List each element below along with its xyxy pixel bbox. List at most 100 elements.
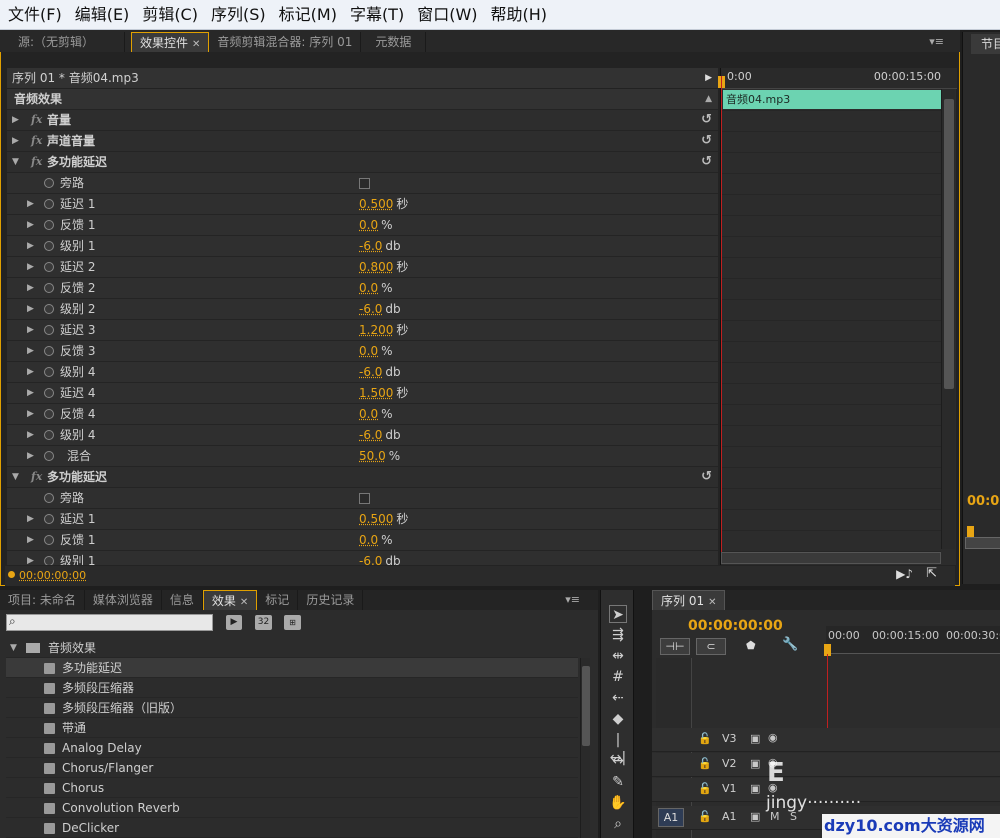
chevron-right-icon[interactable]: ▶ bbox=[27, 425, 34, 445]
chevron-right-icon[interactable]: ▶ bbox=[27, 404, 34, 424]
hand-tool-icon[interactable]: ✋ bbox=[609, 794, 627, 812]
expand-arrow-icon[interactable]: ▶ bbox=[705, 68, 712, 89]
ec-vertical-scrollbar[interactable] bbox=[941, 89, 955, 549]
param-value[interactable]: 50.0% bbox=[359, 446, 400, 466]
ec-row[interactable]: ▶ 延迟 1 0.500 秒 bbox=[7, 194, 718, 215]
film-icon[interactable]: ▣ bbox=[750, 757, 760, 770]
param-value[interactable]: 0.500 秒 bbox=[359, 194, 408, 214]
ec-row[interactable]: ▶ 级别 1 -6.0 db bbox=[7, 551, 718, 565]
lock-icon[interactable]: 🔓 bbox=[698, 732, 712, 745]
film-icon[interactable]: ▣ bbox=[750, 810, 760, 823]
param-value-number[interactable]: 1.500 bbox=[359, 386, 393, 400]
tab-audio-clip-mixer[interactable]: 音频剪辑混合器: 序列 01 bbox=[209, 32, 362, 52]
reset-icon[interactable]: ↺ bbox=[701, 131, 712, 151]
rolling-edit-tool-icon[interactable]: # bbox=[609, 668, 627, 686]
param-value[interactable]: -6.0 db bbox=[359, 236, 401, 256]
slide-tool-icon[interactable]: ↔ bbox=[609, 752, 627, 770]
chevron-right-icon[interactable]: ▶ bbox=[27, 194, 34, 214]
reset-icon[interactable]: ↺ bbox=[701, 467, 712, 487]
lock-icon[interactable]: 🔓 bbox=[698, 810, 712, 823]
param-value[interactable]: 0.0% bbox=[359, 530, 393, 550]
stopwatch-icon[interactable] bbox=[44, 346, 54, 356]
ec-row[interactable]: ▶ fx 声道音量 ↺ bbox=[7, 131, 718, 152]
param-value[interactable]: -6.0 db bbox=[359, 425, 401, 445]
chevron-right-icon[interactable]: ▶ bbox=[27, 530, 34, 550]
ec-row[interactable]: 旁路 bbox=[7, 488, 718, 509]
effect-list-item[interactable]: 多频段压缩器（旧版） bbox=[6, 698, 578, 718]
stopwatch-icon[interactable] bbox=[44, 304, 54, 314]
stopwatch-icon[interactable] bbox=[44, 409, 54, 419]
folder-audio-effects[interactable]: ▼ 音频效果 bbox=[6, 638, 578, 658]
ec-row[interactable]: ▶ 级别 4 -6.0 db bbox=[7, 362, 718, 383]
param-value[interactable]: 0.0% bbox=[359, 215, 393, 235]
ec-row[interactable]: ▶ 级别 1 -6.0 db bbox=[7, 236, 718, 257]
stopwatch-icon[interactable] bbox=[44, 283, 54, 293]
ec-row[interactable]: 旁路 bbox=[7, 173, 718, 194]
param-value-number[interactable]: 0.500 bbox=[359, 512, 393, 526]
scroll-thumb[interactable] bbox=[944, 99, 954, 389]
fx-icon[interactable]: fx bbox=[31, 131, 42, 151]
param-value[interactable]: 0.800 秒 bbox=[359, 257, 408, 277]
pen-tool-icon[interactable]: ✎ bbox=[609, 773, 627, 791]
menu-help[interactable]: 帮助(H) bbox=[486, 0, 553, 30]
param-value-number[interactable]: 1.200 bbox=[359, 323, 393, 337]
menu-window[interactable]: 窗口(W) bbox=[412, 0, 482, 30]
track-v3[interactable]: 🔓 V3 ▣ ◉ bbox=[652, 728, 1000, 752]
stopwatch-icon[interactable] bbox=[44, 388, 54, 398]
effect-list-item[interactable]: DeClicker bbox=[6, 818, 578, 838]
ec-row[interactable]: ▶ 反馈 1 0.0% bbox=[7, 215, 718, 236]
ec-row[interactable]: ▶ 反馈 4 0.0% bbox=[7, 404, 718, 425]
tab-program[interactable]: 节目 bbox=[971, 34, 1000, 54]
param-value-number[interactable]: 0.0 bbox=[359, 344, 378, 358]
stopwatch-icon[interactable] bbox=[44, 262, 54, 272]
zoom-tool-icon[interactable]: ⌕ bbox=[609, 815, 627, 833]
chevron-right-icon[interactable]: ▶ bbox=[27, 236, 34, 256]
param-value-number[interactable]: 0.0 bbox=[359, 218, 378, 232]
hscroll-mini[interactable] bbox=[721, 552, 941, 564]
chevron-right-icon[interactable]: ▶ bbox=[27, 383, 34, 403]
rate-stretch-tool-icon[interactable]: ⇠ bbox=[609, 689, 627, 707]
menu-clip[interactable]: 剪辑(C) bbox=[137, 0, 203, 30]
tab-metadata[interactable]: 元数据 bbox=[361, 32, 427, 52]
slip-tool-icon[interactable]: |↔| bbox=[609, 731, 627, 766]
bypass-checkbox[interactable] bbox=[359, 178, 370, 189]
stopwatch-icon[interactable] bbox=[44, 451, 54, 461]
accelerated-effects-icon[interactable]: ▶ bbox=[226, 615, 242, 630]
ec-footer-timecode[interactable]: 00:00:00:00 bbox=[19, 569, 86, 582]
stopwatch-icon[interactable] bbox=[44, 325, 54, 335]
ec-clip-bar[interactable]: 音频04.mp3 bbox=[723, 90, 941, 109]
param-value[interactable]: -6.0 db bbox=[359, 551, 401, 565]
effect-list-item[interactable]: Chorus/Flanger bbox=[6, 758, 578, 778]
add-marker-icon[interactable]: ⬟ bbox=[746, 639, 756, 652]
tab-source[interactable]: 源:（无剪辑） bbox=[0, 32, 125, 52]
chevron-right-icon[interactable]: ▶ bbox=[27, 278, 34, 298]
tab-project[interactable]: 项目: 未命名 bbox=[0, 590, 85, 610]
chevron-down-icon[interactable]: ▼ bbox=[12, 152, 19, 172]
32bit-effects-icon[interactable]: 32 bbox=[255, 615, 272, 630]
close-icon[interactable]: ✕ bbox=[192, 39, 200, 50]
source-patch-a1[interactable]: A1 bbox=[658, 808, 684, 827]
scroll-up-icon[interactable]: ▲ bbox=[705, 89, 712, 109]
ec-row[interactable]: ▶ 反馈 3 0.0% bbox=[7, 341, 718, 362]
param-value-number[interactable]: 0.0 bbox=[359, 533, 378, 547]
tab-markers[interactable]: 标记 bbox=[257, 590, 299, 610]
stopwatch-icon[interactable] bbox=[44, 367, 54, 377]
param-value-number[interactable]: 0.800 bbox=[359, 260, 393, 274]
ec-row[interactable]: ▶ fx 音量 ↺ bbox=[7, 110, 718, 131]
chevron-right-icon[interactable]: ▶ bbox=[27, 320, 34, 340]
close-icon[interactable]: ✕ bbox=[240, 597, 248, 608]
lock-icon[interactable]: 🔓 bbox=[698, 757, 712, 770]
export-icon[interactable]: ⇱ bbox=[926, 566, 937, 581]
fx-icon[interactable]: fx bbox=[31, 152, 42, 172]
chevron-right-icon[interactable]: ▶ bbox=[27, 362, 34, 382]
ec-row[interactable]: ▶ 延迟 1 0.500 秒 bbox=[7, 509, 718, 530]
effects-scrollbar[interactable] bbox=[580, 658, 590, 838]
stopwatch-icon[interactable] bbox=[44, 514, 54, 524]
selection-tool-icon[interactable]: ➤ bbox=[609, 605, 627, 623]
scroll-bar[interactable] bbox=[965, 537, 1000, 549]
stopwatch-icon[interactable] bbox=[44, 535, 54, 545]
ec-row[interactable]: ▶ 混合 50.0% bbox=[7, 446, 718, 467]
ec-row[interactable]: ▶ 延迟 3 1.200 秒 bbox=[7, 320, 718, 341]
track-v2[interactable]: 🔓 V2 ▣ ◉ bbox=[652, 753, 1000, 777]
menu-file[interactable]: 文件(F) bbox=[3, 0, 67, 30]
